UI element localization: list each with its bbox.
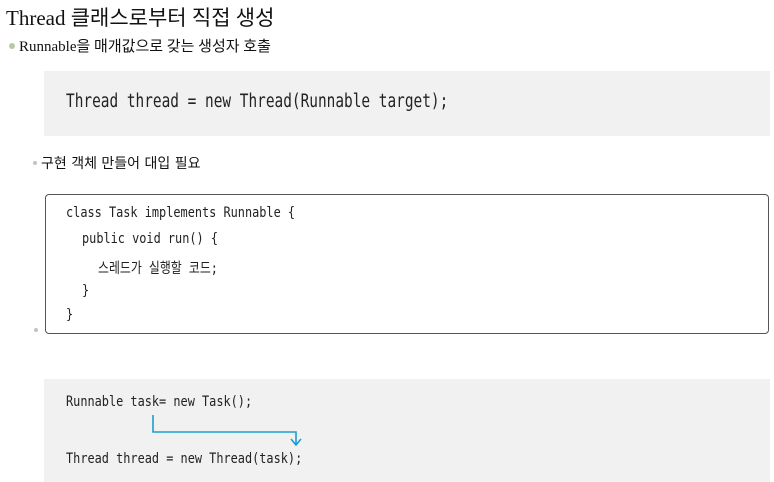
bullet-text: Runnable을 매개값으로 갖는 생성자 호출 xyxy=(19,39,271,55)
code-line-run-method: public void run() { xyxy=(82,231,219,247)
slide-title: Thread 클래스로부터 직접 생성 xyxy=(6,6,275,30)
code-line-method-close: } xyxy=(82,283,90,299)
code-line-class-decl: class Task implements Runnable { xyxy=(66,205,296,221)
usage-code-block: Runnable task= new Task(); Thread thread… xyxy=(44,379,770,482)
task-class-code-block: class Task implements Runnable { public … xyxy=(45,194,769,334)
code-line-class-close: } xyxy=(66,307,74,323)
bullet-dot-icon xyxy=(9,42,15,49)
code-line-thread-create: Thread thread = new Thread(task); xyxy=(66,451,303,467)
code-line-body: 스레드가 실행할 코드; xyxy=(98,261,218,277)
empty-bullet-dot-icon xyxy=(34,328,38,332)
sub-bullet-item: 구현 객체 만들어 대입 필요 xyxy=(33,153,200,173)
constructor-code-line: Thread thread = new Thread(Runnable targ… xyxy=(66,91,449,112)
sub-bullet-text: 구현 객체 만들어 대입 필요 xyxy=(41,156,201,172)
sub-bullet-dot-icon xyxy=(33,161,37,165)
constructor-code-block: Thread thread = new Thread(Runnable targ… xyxy=(44,71,770,136)
bullet-item: Runnable을 매개값으로 갖는 생성자 호출 xyxy=(9,35,271,56)
